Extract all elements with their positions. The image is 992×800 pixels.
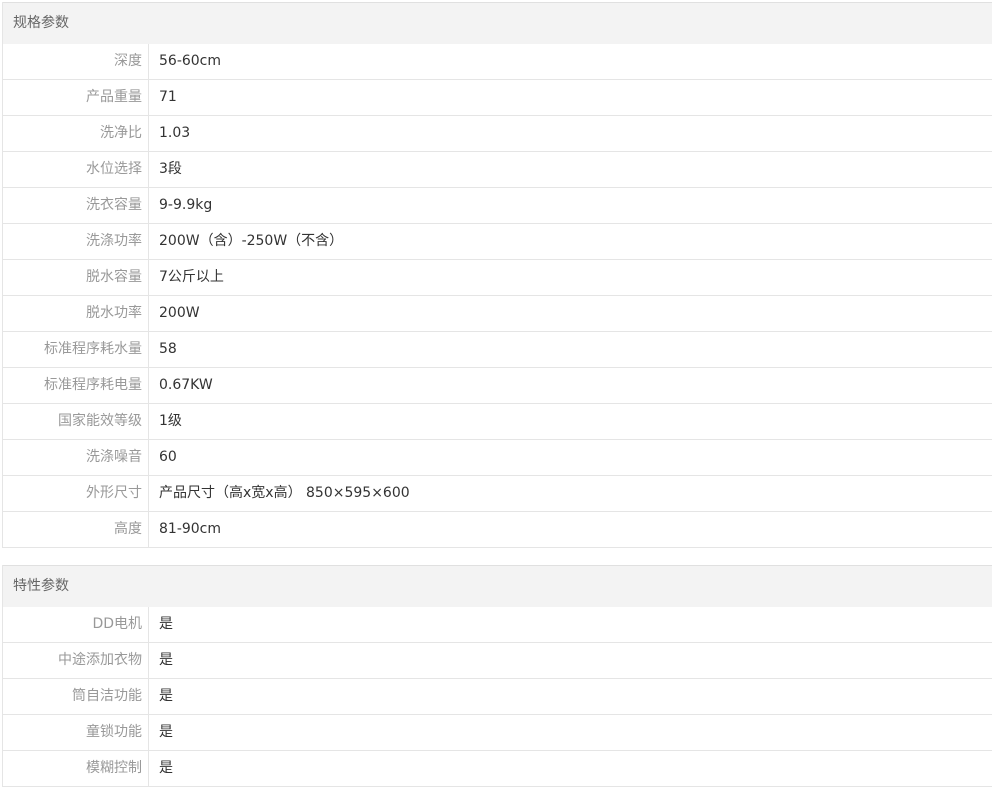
param-label: 洗涤噪音: [3, 440, 149, 475]
param-label: 洗涤功率: [3, 224, 149, 259]
table-row: 童锁功能是: [3, 715, 992, 751]
param-label: 外形尺寸: [3, 476, 149, 511]
feature-parameters-section: 特性参数 DD电机是 中途添加衣物是 筒自洁功能是 童锁功能是 模糊控制是: [2, 565, 992, 787]
param-label: 模糊控制: [3, 751, 149, 786]
table-row: 洗涤功率 200W（含）-250W（不含）: [3, 224, 992, 260]
param-value: 是: [159, 652, 173, 668]
table-row: 标准程序耗水量 58: [3, 332, 992, 368]
param-value: 7公斤以上: [159, 269, 224, 285]
param-value: 是: [159, 616, 173, 632]
param-value: 是: [159, 760, 173, 776]
product-parameters-page: 规格参数 深度 56-60cm 产品重量 71 洗净比 1.03 水位选择 3段 洗衣容…: [0, 0, 992, 800]
table-row: 脱水功率 200W: [3, 296, 992, 332]
param-label: DD电机: [3, 607, 149, 642]
param-value: 9-9.9kg: [159, 197, 213, 213]
table-row: 中途添加衣物是: [3, 643, 992, 679]
param-value: 200W: [159, 305, 200, 321]
table-row: 外形尺寸 产品尺寸（高x宽x高） 850×595×600: [3, 476, 992, 512]
feature-rows: DD电机是 中途添加衣物是 筒自洁功能是 童锁功能是 模糊控制是: [3, 607, 992, 787]
section-title: 特性参数: [3, 565, 992, 607]
param-value: 1级: [159, 413, 182, 429]
param-label: 产品重量: [3, 80, 149, 115]
param-value: 1.03: [159, 125, 191, 141]
param-value: 200W（含）-250W（不含）: [159, 233, 344, 249]
table-row: 筒自洁功能是: [3, 679, 992, 715]
table-row: 高度 81-90cm: [3, 512, 992, 548]
param-label: 标准程序耗电量: [3, 368, 149, 403]
param-value: 56-60cm: [159, 53, 222, 69]
param-label: 水位选择: [3, 152, 149, 187]
table-row: 水位选择 3段: [3, 152, 992, 188]
param-value: 81-90cm: [159, 521, 222, 537]
param-label: 高度: [3, 512, 149, 547]
param-label: 洗净比: [3, 116, 149, 151]
param-value: 58: [159, 341, 177, 357]
table-row: 国家能效等级 1级: [3, 404, 992, 440]
param-value: 是: [159, 724, 173, 740]
param-label: 国家能效等级: [3, 404, 149, 439]
table-row: DD电机是: [3, 607, 992, 643]
spec-rows: 深度 56-60cm 产品重量 71 洗净比 1.03 水位选择 3段 洗衣容量 9-9.…: [3, 44, 992, 548]
param-value: 是: [159, 688, 173, 704]
param-label: 标准程序耗水量: [3, 332, 149, 367]
param-value: 71: [159, 89, 177, 105]
param-label: 中途添加衣物: [3, 643, 149, 678]
param-label: 洗衣容量: [3, 188, 149, 223]
param-label: 童锁功能: [3, 715, 149, 750]
table-row: 深度 56-60cm: [3, 44, 992, 80]
param-value: 60: [159, 449, 177, 465]
table-row: 模糊控制是: [3, 751, 992, 787]
param-value: 0.67KW: [159, 377, 213, 393]
table-row: 产品重量 71: [3, 80, 992, 116]
param-value: 产品尺寸（高x宽x高） 850×595×600: [159, 485, 410, 501]
table-row: 标准程序耗电量 0.67KW: [3, 368, 992, 404]
table-row: 脱水容量 7公斤以上: [3, 260, 992, 296]
param-label: 筒自洁功能: [3, 679, 149, 714]
table-row: 洗涤噪音 60: [3, 440, 992, 476]
param-label: 脱水功率: [3, 296, 149, 331]
table-row: 洗衣容量 9-9.9kg: [3, 188, 992, 224]
section-title: 规格参数: [3, 2, 992, 44]
param-label: 深度: [3, 44, 149, 79]
spec-parameters-section: 规格参数 深度 56-60cm 产品重量 71 洗净比 1.03 水位选择 3段 洗衣容…: [2, 2, 992, 548]
param-label: 脱水容量: [3, 260, 149, 295]
table-row: 洗净比 1.03: [3, 116, 992, 152]
param-value: 3段: [159, 161, 182, 177]
